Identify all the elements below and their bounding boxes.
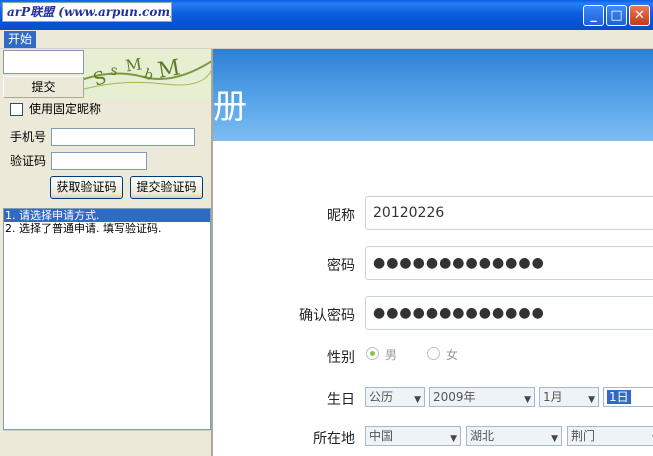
password-input[interactable]: ●●●●●●●●●●●●● [365, 246, 653, 280]
menu-bar: 开始 [0, 30, 653, 49]
city-select[interactable]: 荆门▼ [567, 426, 653, 446]
day-value: 1日 [607, 390, 631, 404]
day-select[interactable]: 1日 [603, 387, 653, 407]
city-value: 荆门 [571, 429, 596, 443]
chevron-down-icon: ▼ [551, 434, 558, 444]
page-banner: 册 [213, 49, 653, 141]
province-select[interactable]: 湖北 ▼ [466, 426, 562, 446]
chevron-down-icon: ▼ [588, 395, 595, 405]
fixed-nickname-row[interactable]: 使用固定昵称 [10, 101, 101, 117]
fixed-nickname-checkbox[interactable] [10, 103, 23, 116]
minimize-button[interactable]: _ [583, 5, 604, 26]
captcha-image: S s M b M [84, 49, 212, 99]
get-code-button[interactable]: 获取验证码 [50, 176, 123, 199]
password-label: 密码 [327, 258, 355, 274]
year-select[interactable]: 2009年 ▼ [429, 387, 535, 407]
app-logo: arP联盟 (www.arpun.com) [2, 2, 172, 22]
code-input[interactable] [51, 152, 147, 170]
log-list[interactable]: 1. 请选择申请方式. 2. 选择了普通申请. 填写验证码. [3, 208, 211, 430]
province-value: 湖北 [470, 429, 495, 443]
svg-text:M: M [156, 55, 183, 84]
list-item[interactable]: 1. 请选择申请方式. [4, 209, 210, 222]
captcha-input[interactable] [3, 50, 84, 74]
confirm-password-label: 确认密码 [299, 308, 355, 324]
gender-male-label: 男 [385, 348, 398, 362]
svg-text:b: b [142, 66, 156, 84]
chevron-down-icon: ▼ [414, 395, 421, 405]
status-strip [3, 430, 211, 456]
confirm-password-input[interactable]: ●●●●●●●●●●●●● [365, 296, 653, 330]
svg-text:M: M [124, 54, 143, 75]
birthday-label: 生日 [327, 392, 355, 408]
list-item[interactable]: 2. 选择了普通申请. 填写验证码. [4, 222, 210, 235]
code-label: 验证码 [10, 154, 47, 168]
fixed-nickname-label: 使用固定昵称 [29, 102, 102, 116]
chevron-down-icon: ▼ [524, 395, 531, 405]
nickname-label: 昵称 [327, 208, 355, 224]
location-label: 所在地 [313, 431, 355, 447]
gender-label: 性别 [327, 350, 355, 366]
calendar-select[interactable]: 公历 ▼ [365, 387, 425, 407]
month-select[interactable]: 1月 ▼ [539, 387, 599, 407]
title-bar: arP联盟 (www.arpun.com) _ □ ✕ [0, 0, 653, 30]
submit-code-button[interactable]: 提交验证码 [130, 176, 203, 199]
maximize-button[interactable]: □ [606, 5, 627, 26]
svg-text:s: s [109, 62, 119, 79]
phone-label: 手机号 [10, 130, 47, 144]
registration-web-panel: 册 昵称 20120226 密码 ●●●●●●●●●●●●● 确认密码 ●●●●… [213, 49, 653, 456]
phone-input[interactable] [51, 128, 195, 146]
submit-captcha-button[interactable]: 提交 [3, 76, 84, 98]
chevron-down-icon: ▼ [450, 434, 457, 444]
calendar-value: 公历 [369, 390, 394, 404]
gender-female-radio[interactable] [427, 347, 440, 360]
left-panel: 提交 S s M b M 使用固定昵称 手机号 验证码 获取验证码 提交验证码 … [0, 49, 212, 456]
gender-female-label: 女 [446, 348, 459, 362]
country-value: 中国 [369, 429, 394, 443]
year-value: 2009年 [433, 390, 476, 404]
menu-start[interactable]: 开始 [4, 31, 37, 48]
page-title: 册 [213, 87, 247, 127]
nickname-input[interactable]: 20120226 [365, 196, 653, 230]
gender-male-radio[interactable] [366, 347, 379, 360]
country-select[interactable]: 中国 ▼ [365, 426, 461, 446]
close-button[interactable]: ✕ [629, 5, 650, 26]
month-value: 1月 [543, 390, 563, 404]
